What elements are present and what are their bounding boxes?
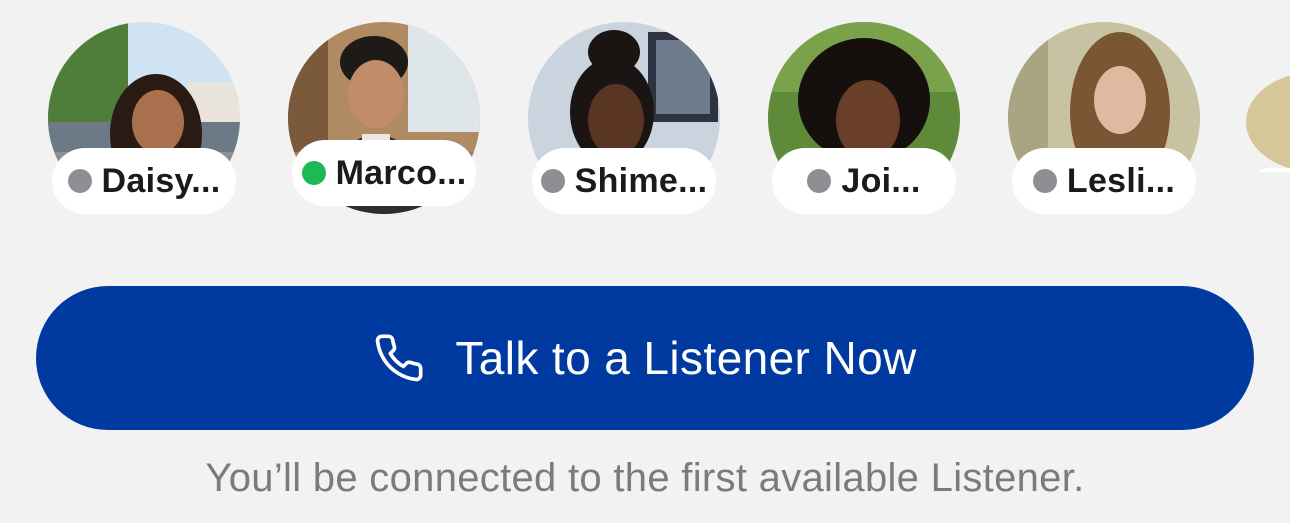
listener-name-pill: Shime... bbox=[532, 148, 716, 214]
listener-name-pill: Joi... bbox=[772, 148, 956, 214]
status-dot bbox=[540, 169, 565, 193]
talk-to-listener-button[interactable]: Talk to a Listener Now bbox=[36, 286, 1254, 430]
status-dot bbox=[1032, 169, 1057, 193]
listener-card[interactable]: Shime... bbox=[528, 22, 720, 217]
listener-name-pill: Daisy... bbox=[52, 148, 236, 214]
status-dot bbox=[67, 169, 92, 193]
listener-name: Daisy... bbox=[101, 161, 221, 200]
listener-carousel[interactable]: Daisy... Marco... Shime... Joi... Lesli.… bbox=[0, 0, 1290, 230]
listener-name: Marco... bbox=[335, 153, 467, 192]
phone-icon bbox=[376, 334, 423, 382]
listener-name-pill bbox=[1250, 168, 1290, 172]
listener-avatar bbox=[1246, 72, 1290, 172]
talk-button-label: Talk to a Listener Now bbox=[455, 332, 917, 384]
listener-name: Joi... bbox=[841, 161, 921, 200]
status-dot bbox=[301, 161, 326, 185]
listener-name: Shime... bbox=[574, 161, 708, 200]
listener-name: Lesli... bbox=[1066, 161, 1176, 200]
listener-card[interactable]: Marco... bbox=[288, 22, 480, 217]
listener-name-pill: Lesli... bbox=[1012, 148, 1196, 214]
listener-card[interactable]: Joi... bbox=[768, 22, 960, 217]
listener-card[interactable]: Lesli... bbox=[1008, 22, 1200, 217]
listener-name-pill: Marco... bbox=[292, 140, 476, 206]
listener-card-partial[interactable] bbox=[1246, 72, 1290, 172]
status-dot bbox=[807, 169, 832, 193]
connection-caption: You’ll be connected to the first availab… bbox=[205, 456, 1085, 500]
listener-card[interactable]: Daisy... bbox=[48, 22, 240, 217]
